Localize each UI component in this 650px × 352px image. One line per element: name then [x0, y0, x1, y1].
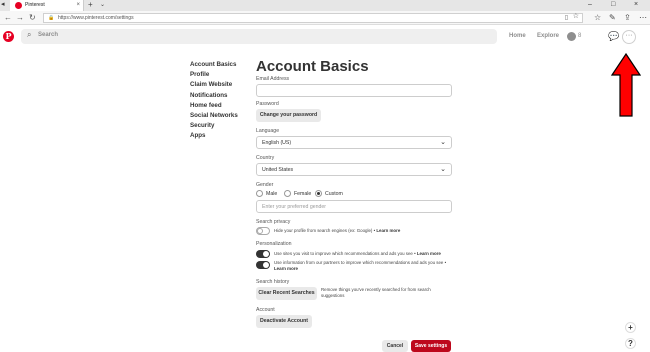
refresh-icon[interactable]: ↻: [29, 12, 36, 24]
custom-gender-input[interactable]: Enter your preferred gender: [256, 200, 452, 213]
notes-icon[interactable]: ✎: [609, 12, 616, 24]
pinterest-header: P ⌕ Search Home Explore 8 💬 ···: [0, 25, 650, 49]
language-label: Language: [256, 128, 280, 134]
clear-recent-searches-button[interactable]: Clear Recent Searches: [256, 287, 317, 300]
maximize-button[interactable]: □: [611, 0, 615, 10]
learn-more-link[interactable]: Learn more: [376, 228, 400, 233]
sidebar-item-home-feed[interactable]: Home feed: [190, 101, 254, 111]
custom-gender-placeholder: Enter your preferred gender: [262, 204, 327, 210]
page-title: Account Basics: [256, 58, 369, 75]
chevron-down-icon: ⌄: [440, 166, 446, 173]
more-options-button[interactable]: ···: [622, 30, 636, 44]
clear-searches-description: Remove things you've recently searched f…: [321, 287, 431, 298]
browser-tab[interactable]: Pinterest ×: [10, 0, 84, 11]
search-icon: ⌕: [27, 30, 32, 39]
country-label: Country: [256, 155, 275, 161]
personalization-sites-description: Use sites you visit to improve which rec…: [274, 251, 441, 256]
avatar[interactable]: [567, 32, 576, 41]
sidebar-item-security[interactable]: Security: [190, 121, 254, 131]
settings-sidebar: Account Basics Profile Claim Website Not…: [190, 60, 254, 142]
deactivate-account-button[interactable]: Deactivate Account: [256, 315, 312, 328]
lock-icon: 🔒: [48, 15, 55, 21]
url-text: https://www.pinterest.com/settings: [58, 15, 134, 21]
back-arrow-icon[interactable]: ←: [4, 12, 12, 24]
change-password-button[interactable]: Change your password: [256, 109, 321, 122]
add-button[interactable]: +: [625, 322, 636, 333]
search-history-label: Search history: [256, 279, 290, 285]
password-label: Password: [256, 101, 279, 107]
share-icon[interactable]: ⇪: [624, 12, 631, 24]
reading-view-icon[interactable]: ▯: [565, 14, 568, 22]
personalization-partners-toggle[interactable]: [256, 261, 270, 269]
cancel-button[interactable]: Cancel: [382, 340, 408, 352]
close-window-button[interactable]: ×: [634, 0, 638, 10]
gender-radio-custom[interactable]: [315, 190, 322, 197]
sidebar-item-notifications[interactable]: Notifications: [190, 91, 254, 101]
pinterest-logo-icon[interactable]: P: [3, 31, 14, 42]
nav-explore-link[interactable]: Explore: [537, 33, 559, 39]
search-privacy-toggle[interactable]: [256, 227, 270, 235]
sidebar-item-profile[interactable]: Profile: [190, 70, 254, 80]
search-input[interactable]: ⌕ Search: [21, 29, 497, 44]
search-privacy-label: Search privacy: [256, 219, 291, 225]
sidebar-item-apps[interactable]: Apps: [190, 131, 254, 141]
personalization-label: Personalization: [256, 241, 292, 247]
gender-label-female: Female: [294, 191, 312, 197]
tab-dropdown-icon[interactable]: ⌄: [100, 0, 105, 11]
email-field[interactable]: [256, 84, 452, 97]
minimize-button[interactable]: –: [588, 0, 592, 10]
personalization-partners-description: Use information from our partners to imp…: [274, 260, 447, 271]
notification-count: 8: [578, 33, 582, 39]
pinterest-favicon-icon: [15, 2, 22, 9]
personalization-sites-toggle[interactable]: [256, 250, 270, 258]
save-settings-button[interactable]: Save settings: [411, 340, 451, 352]
tab-title: Pinterest: [25, 2, 45, 8]
browser-menu-icon[interactable]: ⋯: [639, 12, 647, 24]
gender-radio-male[interactable]: [256, 190, 263, 197]
gender-label-male: Male: [266, 191, 278, 197]
chat-bubble-icon[interactable]: 💬: [608, 31, 619, 42]
email-label: Email Address: [256, 76, 290, 82]
account-label: Account: [256, 307, 275, 313]
sidebar-item-social-networks[interactable]: Social Networks: [190, 111, 254, 121]
help-button[interactable]: ?: [625, 338, 636, 349]
learn-more-link[interactable]: Learn more: [274, 266, 298, 271]
new-tab-button[interactable]: +: [88, 0, 93, 10]
sidebar-item-account-basics[interactable]: Account Basics: [190, 60, 254, 70]
gender-label-custom: Custom: [325, 191, 343, 197]
learn-more-link[interactable]: Learn more: [417, 251, 441, 256]
search-placeholder: Search: [38, 32, 59, 38]
search-privacy-description: Hide your profile from search engines (e…: [274, 228, 401, 233]
browser-address-bar: ← → ↻ 🔒 https://www.pinterest.com/settin…: [0, 11, 650, 25]
language-select[interactable]: English (US) ⌄: [256, 136, 452, 149]
tab-back-icon[interactable]: ◂: [1, 0, 5, 10]
country-select[interactable]: United States ⌄: [256, 163, 452, 176]
red-arrow-annotation: [611, 53, 641, 117]
favorites-icon[interactable]: ☆: [594, 12, 601, 24]
sidebar-item-claim-website[interactable]: Claim Website: [190, 80, 254, 90]
language-value: English (US): [262, 140, 292, 146]
tab-close-icon[interactable]: ×: [76, 0, 80, 11]
country-value: United States: [262, 167, 294, 173]
forward-arrow-icon[interactable]: →: [16, 12, 24, 24]
chevron-down-icon: ⌄: [440, 139, 446, 146]
browser-tab-bar: ◂ Pinterest × + ⌄ – □ ×: [0, 0, 650, 11]
gender-label: Gender: [256, 182, 274, 188]
favorite-star-icon[interactable]: ☆: [573, 13, 579, 21]
gender-radio-female[interactable]: [284, 190, 291, 197]
url-field[interactable]: 🔒 https://www.pinterest.com/settings ▯ ☆: [43, 13, 583, 23]
nav-home-link[interactable]: Home: [509, 33, 526, 39]
